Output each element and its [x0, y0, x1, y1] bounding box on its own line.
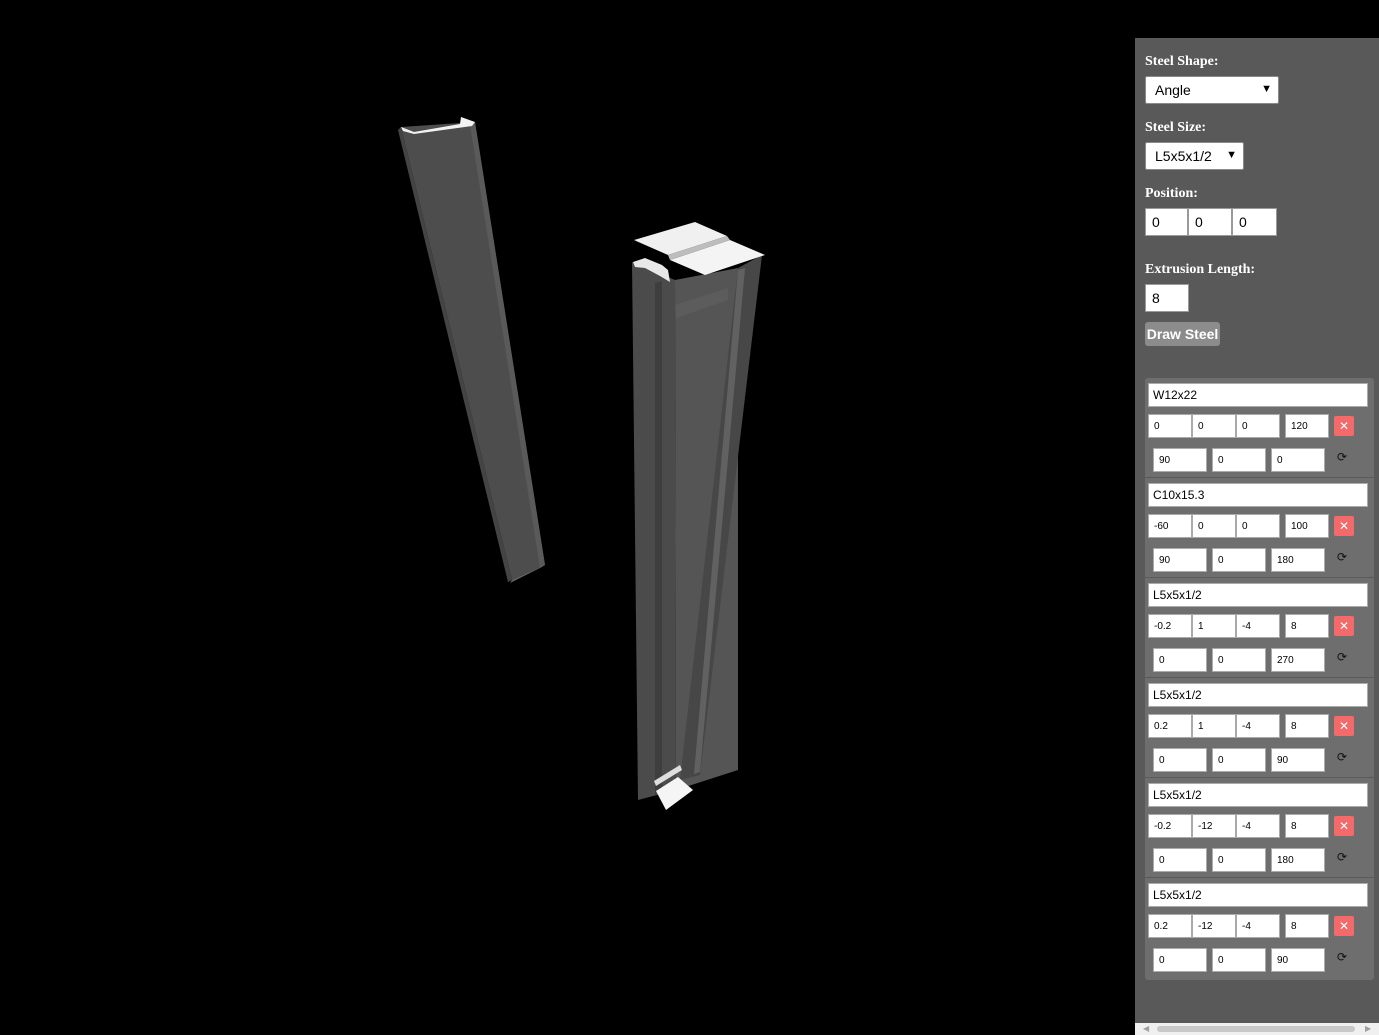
close-icon[interactable]: ✕	[1334, 816, 1354, 836]
member-length-input[interactable]: 8	[1285, 614, 1329, 638]
member-length-input[interactable]: 8	[1285, 814, 1329, 838]
member-rot-z-input[interactable]: 180	[1271, 848, 1325, 872]
member-item: W12x22 0 0 0 120 ✕ 90 0 0 ⟳	[1145, 378, 1374, 478]
refresh-icon[interactable]: ⟳	[1335, 550, 1349, 564]
member-y-input[interactable]: -12	[1192, 814, 1236, 838]
steel-size-label: Steel Size:	[1145, 120, 1207, 135]
extrusion-length-label: Extrusion Length:	[1145, 262, 1256, 277]
refresh-icon[interactable]: ⟳	[1335, 750, 1349, 764]
member-item: L5x5x1/2 0.2 1 -4 8 ✕ 0 0 90 ⟳	[1145, 678, 1374, 778]
position-label: Position:	[1145, 186, 1198, 201]
member-x-input[interactable]: -0.2	[1148, 614, 1192, 638]
chevron-down-icon: ▼	[1261, 83, 1272, 95]
member-y-input[interactable]: -12	[1192, 914, 1236, 938]
member-length-input[interactable]: 8	[1285, 914, 1329, 938]
steel-size-value: L5x5x1/2	[1155, 148, 1212, 164]
member-item: L5x5x1/2 -0.2 -12 -4 8 ✕ 0 0 180 ⟳	[1145, 778, 1374, 878]
steel-size-select[interactable]: L5x5x1/2 ▼	[1145, 142, 1244, 170]
member-z-input[interactable]: -4	[1236, 614, 1280, 638]
position-x-input[interactable]: 0	[1145, 208, 1188, 236]
member-name-input[interactable]: L5x5x1/2	[1148, 883, 1368, 907]
close-icon[interactable]: ✕	[1334, 716, 1354, 736]
member-z-input[interactable]: -4	[1236, 814, 1280, 838]
member-rot-y-input[interactable]: 0	[1212, 648, 1266, 672]
member-rot-z-input[interactable]: 0	[1271, 448, 1325, 472]
draw-steel-button[interactable]: Draw Steel	[1145, 322, 1220, 346]
member-z-input[interactable]: 0	[1236, 514, 1280, 538]
member-rot-y-input[interactable]: 0	[1212, 748, 1266, 772]
steel-shape-value: Angle	[1155, 82, 1191, 98]
member-rot-z-input[interactable]: 270	[1271, 648, 1325, 672]
scrollbar-thumb[interactable]	[1157, 1026, 1355, 1032]
wide-flange-member	[632, 222, 765, 810]
member-x-input[interactable]: 0	[1148, 414, 1192, 438]
member-length-input[interactable]: 100	[1285, 514, 1329, 538]
channel-member	[398, 117, 545, 583]
member-rot-y-input[interactable]: 0	[1212, 448, 1266, 472]
member-rot-x-input[interactable]: 90	[1153, 548, 1207, 572]
refresh-icon[interactable]: ⟳	[1335, 450, 1349, 464]
member-list: W12x22 0 0 0 120 ✕ 90 0 0 ⟳ C10x15.3 -60 0 0 100 ✕ 90 0 18…	[1145, 378, 1374, 980]
member-z-input[interactable]: 0	[1236, 414, 1280, 438]
steel-control-panel: Steel Shape: Angle ▼ Steel Size: L5x5x1/…	[1135, 38, 1379, 1035]
close-icon[interactable]: ✕	[1334, 416, 1354, 436]
member-y-input[interactable]: 0	[1192, 514, 1236, 538]
member-rot-x-input[interactable]: 0	[1153, 748, 1207, 772]
member-z-input[interactable]: -4	[1236, 914, 1280, 938]
position-y-input[interactable]: 0	[1188, 208, 1232, 236]
refresh-icon[interactable]: ⟳	[1335, 850, 1349, 864]
member-item: C10x15.3 -60 0 0 100 ✕ 90 0 180 ⟳	[1145, 478, 1374, 578]
scroll-right-icon[interactable]: ▶	[1365, 1023, 1371, 1035]
member-rot-y-input[interactable]: 0	[1212, 548, 1266, 572]
member-z-input[interactable]: -4	[1236, 714, 1280, 738]
chevron-down-icon: ▼	[1226, 149, 1237, 161]
member-name-input[interactable]: W12x22	[1148, 383, 1368, 407]
member-name-input[interactable]: L5x5x1/2	[1148, 583, 1368, 607]
member-length-input[interactable]: 8	[1285, 714, 1329, 738]
member-rot-x-input[interactable]: 0	[1153, 848, 1207, 872]
member-rot-y-input[interactable]: 0	[1212, 948, 1266, 972]
member-rot-x-input[interactable]: 0	[1153, 648, 1207, 672]
member-rot-x-input[interactable]: 0	[1153, 948, 1207, 972]
member-length-input[interactable]: 120	[1285, 414, 1329, 438]
member-rot-x-input[interactable]: 90	[1153, 448, 1207, 472]
member-name-input[interactable]: L5x5x1/2	[1148, 783, 1368, 807]
member-item: L5x5x1/2 -0.2 1 -4 8 ✕ 0 0 270 ⟳	[1145, 578, 1374, 678]
member-rot-z-input[interactable]: 180	[1271, 548, 1325, 572]
member-name-input[interactable]: C10x15.3	[1148, 483, 1368, 507]
member-x-input[interactable]: 0.2	[1148, 714, 1192, 738]
close-icon[interactable]: ✕	[1334, 516, 1354, 536]
member-x-input[interactable]: -0.2	[1148, 814, 1192, 838]
steel-scene	[398, 117, 765, 810]
member-rot-z-input[interactable]: 90	[1271, 948, 1325, 972]
member-name-input[interactable]: L5x5x1/2	[1148, 683, 1368, 707]
close-icon[interactable]: ✕	[1334, 916, 1354, 936]
member-rot-y-input[interactable]: 0	[1212, 848, 1266, 872]
steel-shape-select[interactable]: Angle ▼	[1145, 76, 1279, 104]
refresh-icon[interactable]: ⟳	[1335, 950, 1349, 964]
close-icon[interactable]: ✕	[1334, 616, 1354, 636]
member-x-input[interactable]: -60	[1148, 514, 1192, 538]
member-x-input[interactable]: 0.2	[1148, 914, 1192, 938]
member-y-input[interactable]: 1	[1192, 614, 1236, 638]
position-z-input[interactable]: 0	[1232, 208, 1277, 236]
member-y-input[interactable]: 1	[1192, 714, 1236, 738]
3d-viewport[interactable]	[0, 0, 1135, 1035]
member-y-input[interactable]: 0	[1192, 414, 1236, 438]
steel-shape-label: Steel Shape:	[1145, 54, 1219, 69]
member-item: L5x5x1/2 0.2 -12 -4 8 ✕ 0 0 90 ⟳	[1145, 878, 1374, 978]
refresh-icon[interactable]: ⟳	[1335, 650, 1349, 664]
member-rot-z-input[interactable]: 90	[1271, 748, 1325, 772]
scroll-left-icon[interactable]: ◀	[1143, 1023, 1149, 1035]
extrusion-length-input[interactable]: 8	[1145, 284, 1189, 312]
horizontal-scrollbar[interactable]: ◀ ▶	[1135, 1023, 1379, 1035]
